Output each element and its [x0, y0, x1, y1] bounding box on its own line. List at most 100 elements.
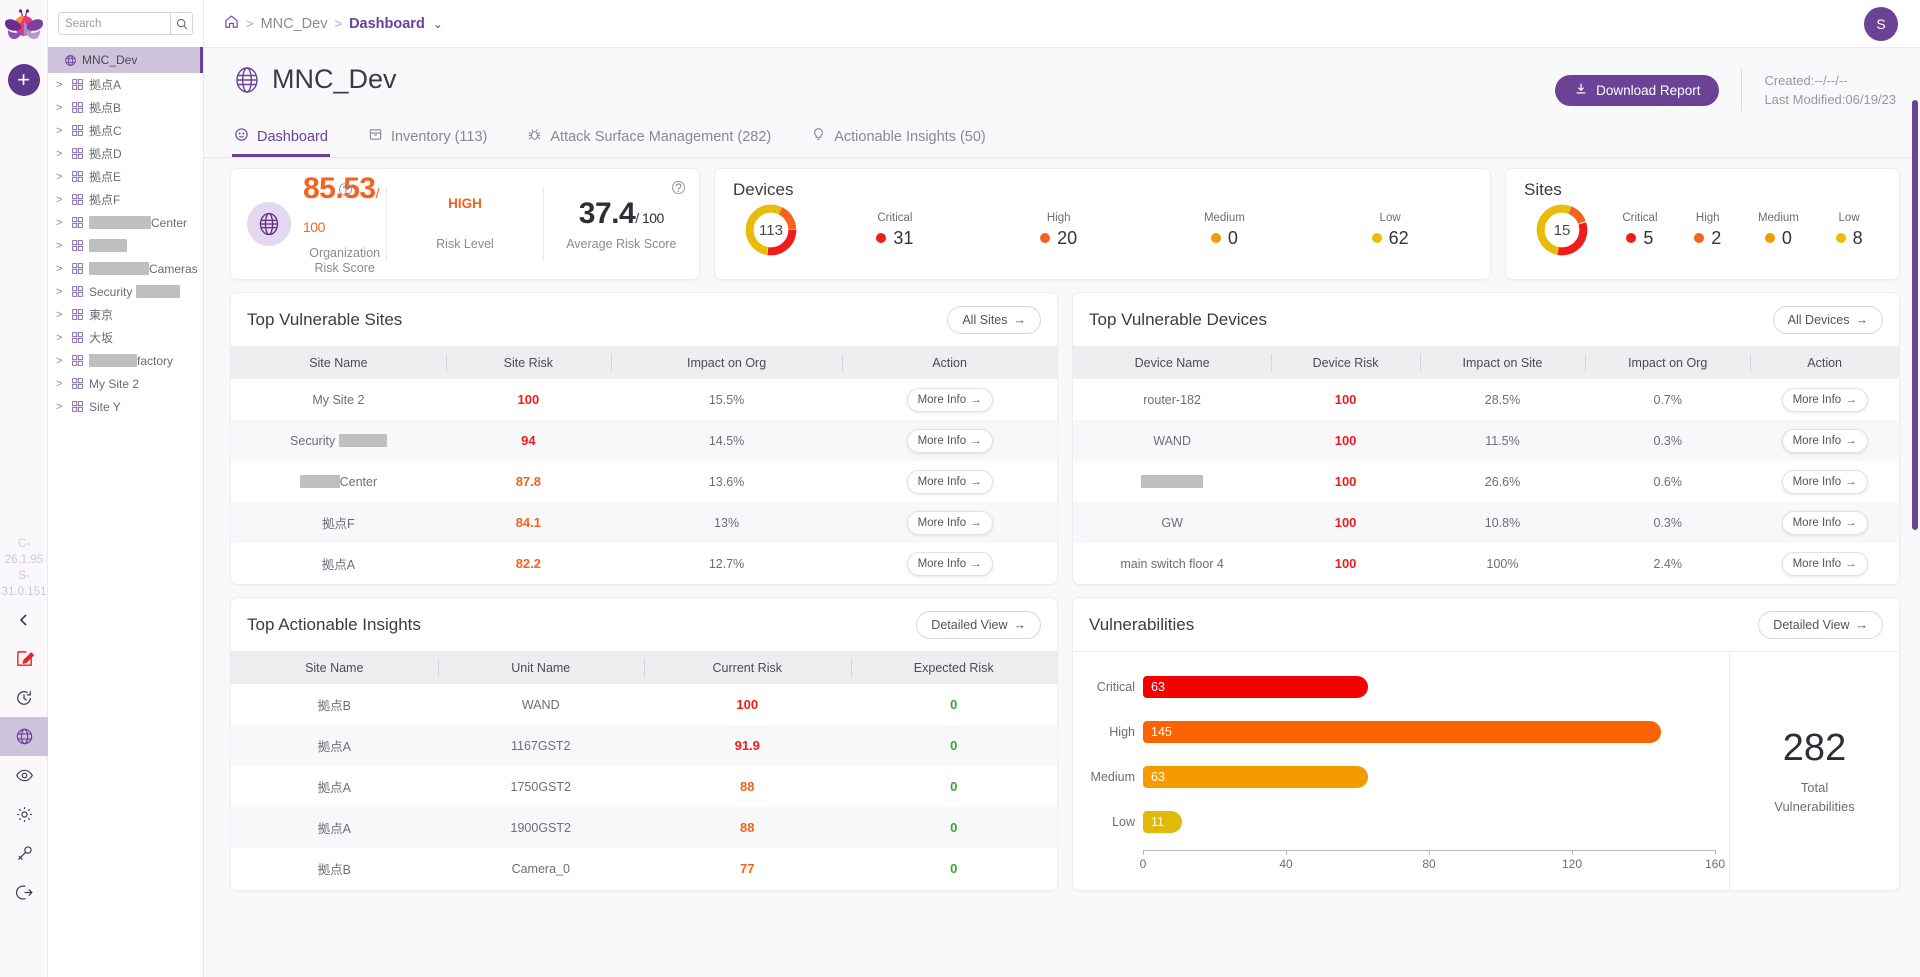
- tree-item-3[interactable]: > 拠点D: [48, 142, 203, 165]
- column-header: Expected Risk: [850, 652, 1057, 684]
- chevron-right-icon[interactable]: >: [56, 263, 66, 275]
- breadcrumb-current[interactable]: Dashboard: [349, 16, 425, 32]
- tree-item-root[interactable]: MNC_Dev: [48, 47, 203, 73]
- chevron-right-icon[interactable]: >: [56, 171, 66, 183]
- chevron-right-icon[interactable]: >: [56, 332, 66, 344]
- dashboard-content: MNC_Dev Download Report Created:--/--/--: [204, 48, 1920, 977]
- insights-detailed-view-button[interactable]: Detailed View →: [916, 611, 1041, 639]
- tree-item-1[interactable]: > 拠点B: [48, 96, 203, 119]
- vertical-scrollbar[interactable]: [1912, 100, 1918, 970]
- table-row[interactable]: main switch floor 4 100 100% 2.4% More Info →: [1073, 543, 1899, 584]
- all-devices-button[interactable]: All Devices →: [1772, 306, 1883, 334]
- search-box[interactable]: [58, 12, 193, 35]
- breadcrumb-separator-2: >: [334, 16, 343, 31]
- history-icon[interactable]: [0, 678, 48, 717]
- gear-icon[interactable]: [0, 795, 48, 834]
- sites-donut-chart: 15: [1534, 202, 1590, 258]
- tab-dashboard[interactable]: Dashboard: [232, 121, 330, 157]
- chevron-right-icon[interactable]: >: [56, 148, 66, 160]
- table-row[interactable]: Security 94 14.5% More Info →: [231, 420, 1057, 461]
- site-name-cell: 拠点A: [317, 781, 351, 795]
- tree-item-14[interactable]: > Site Y: [48, 395, 203, 418]
- detailed-view-label: Detailed View: [931, 618, 1008, 632]
- tree-item-4[interactable]: > 拠点E: [48, 165, 203, 188]
- tree-item-11[interactable]: > 大坂: [48, 326, 203, 349]
- more-info-button[interactable]: More Info →: [906, 469, 993, 494]
- table-row[interactable]: 拠点B Camera_0 77 0: [231, 848, 1057, 889]
- tree-item-8[interactable]: > Cameras: [48, 257, 203, 280]
- logout-icon[interactable]: [0, 873, 48, 912]
- tree-item-5[interactable]: > 拠点F: [48, 188, 203, 211]
- scrollbar-thumb[interactable]: [1912, 100, 1918, 530]
- help-icon[interactable]: ?: [671, 181, 685, 194]
- table-row[interactable]: 拠点A 1750GST2 88 0: [231, 766, 1057, 807]
- search-input[interactable]: [59, 17, 170, 30]
- table-row[interactable]: 拠点B WAND 100 0: [231, 684, 1057, 725]
- table-row[interactable]: GW 100 10.8% 0.3% More Info →: [1073, 502, 1899, 543]
- table-row[interactable]: 100 26.6% 0.6% More Info →: [1073, 461, 1899, 502]
- search-icon[interactable]: [170, 13, 192, 34]
- more-info-button[interactable]: More Info →: [1781, 551, 1868, 576]
- edit-icon[interactable]: [0, 639, 48, 678]
- more-info-button[interactable]: More Info →: [1781, 469, 1868, 494]
- chevron-right-icon[interactable]: >: [56, 309, 66, 321]
- table-row[interactable]: My Site 2 100 15.5% More Info →: [231, 379, 1057, 420]
- more-info-button[interactable]: More Info →: [1781, 510, 1868, 535]
- chevron-right-icon[interactable]: >: [56, 240, 66, 252]
- tab-actionable[interactable]: Actionable Insights (50): [809, 121, 988, 157]
- site-icon: [71, 377, 84, 390]
- insights-title: Top Actionable Insights: [247, 615, 421, 634]
- more-info-button[interactable]: More Info →: [906, 428, 993, 453]
- tab-inventory[interactable]: Inventory (113): [366, 121, 489, 157]
- tree-item-0[interactable]: > 拠点A: [48, 73, 203, 96]
- chevron-right-icon[interactable]: >: [56, 125, 66, 137]
- severity-value-row: 31: [876, 228, 913, 249]
- avatar[interactable]: S: [1864, 6, 1898, 41]
- table-row[interactable]: 拠点A 82.2 12.7% More Info →: [231, 543, 1057, 584]
- table-row[interactable]: 拠点A 1900GST2 88 0: [231, 807, 1057, 848]
- more-info-button[interactable]: More Info →: [906, 551, 993, 576]
- tree-item-7[interactable]: >: [48, 234, 203, 257]
- chevron-right-icon[interactable]: >: [56, 355, 66, 367]
- key-icon[interactable]: [0, 834, 48, 873]
- site-icon: [71, 193, 84, 206]
- chevron-right-icon[interactable]: >: [56, 378, 66, 390]
- more-info-button[interactable]: More Info →: [906, 387, 993, 412]
- all-sites-button[interactable]: All Sites →: [947, 306, 1041, 334]
- chevron-right-icon[interactable]: >: [56, 194, 66, 206]
- tree-item-13[interactable]: > My Site 2: [48, 372, 203, 395]
- chevron-right-icon[interactable]: >: [56, 79, 66, 91]
- action-cell: More Info →: [842, 420, 1057, 461]
- table-row[interactable]: WAND 100 11.5% 0.3% More Info →: [1073, 420, 1899, 461]
- eye-icon[interactable]: [0, 756, 48, 795]
- home-icon[interactable]: [224, 14, 239, 33]
- risk-score-card: 85.53/ 100 Organization Risk Score ? HIG…: [230, 168, 700, 280]
- vulnerabilities-detailed-view-button[interactable]: Detailed View →: [1758, 611, 1883, 639]
- tree-item-6[interactable]: > Center: [48, 211, 203, 234]
- more-info-button[interactable]: More Info →: [1781, 428, 1868, 453]
- chevron-right-icon[interactable]: >: [56, 286, 66, 298]
- tab-attack[interactable]: Attack Surface Management (282): [525, 121, 773, 157]
- tree-item-10[interactable]: > 東京: [48, 303, 203, 326]
- expected-risk-cell: 0: [950, 697, 958, 712]
- collapse-sidebar-button[interactable]: [0, 600, 48, 639]
- chevron-right-icon[interactable]: >: [56, 217, 66, 229]
- tree-item-9[interactable]: > Security: [48, 280, 203, 303]
- tree-item-2[interactable]: > 拠点C: [48, 119, 203, 142]
- add-button[interactable]: +: [7, 64, 40, 96]
- more-info-label: More Info: [917, 516, 967, 529]
- more-info-button[interactable]: More Info →: [1781, 387, 1868, 412]
- chevron-down-icon[interactable]: ⌄: [433, 17, 443, 31]
- download-report-button[interactable]: Download Report: [1555, 74, 1720, 106]
- table-row[interactable]: 拠点A 1167GST2 91.9 0: [231, 725, 1057, 766]
- table-row[interactable]: 拠点F 84.1 13% More Info →: [231, 502, 1057, 543]
- table-row[interactable]: router-182 100 28.5% 0.7% More Info →: [1073, 379, 1899, 420]
- tree-item-12[interactable]: > factory: [48, 349, 203, 372]
- chevron-right-icon[interactable]: >: [56, 401, 66, 413]
- chevron-right-icon[interactable]: >: [56, 102, 66, 114]
- breadcrumb-org[interactable]: MNC_Dev: [261, 16, 328, 32]
- tree-item-label: MNC_Dev: [82, 53, 138, 67]
- globe-icon[interactable]: [0, 717, 48, 756]
- table-row[interactable]: Center 87.8 13.6% More Info →: [231, 461, 1057, 502]
- more-info-button[interactable]: More Info →: [906, 510, 993, 535]
